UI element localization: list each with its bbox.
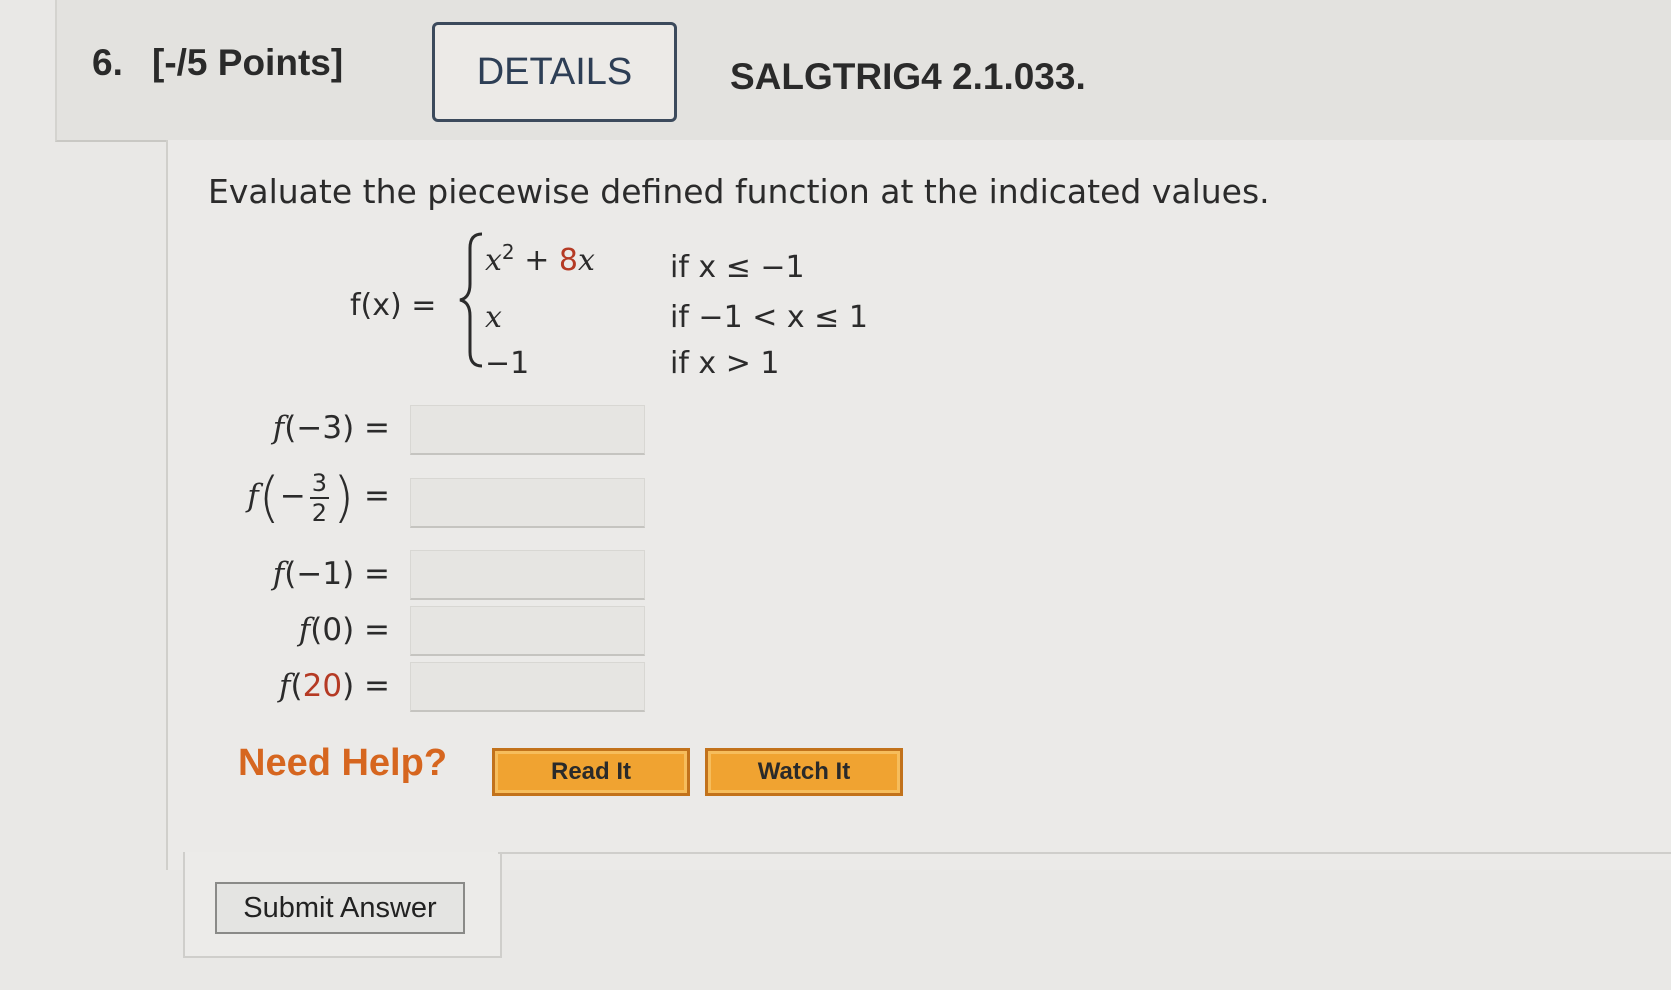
need-help-label: Need Help?	[238, 742, 448, 784]
function-label: f(x) =	[350, 288, 437, 323]
question-code: SALGTRIG4 2.1.033.	[730, 56, 1086, 97]
answer-input-1[interactable]	[410, 405, 645, 455]
eval-label-5: f(20) =	[279, 668, 390, 704]
details-button[interactable]: DETAILS	[432, 22, 677, 122]
case-3-expression: −1	[485, 346, 530, 381]
answer-input-3[interactable]	[410, 550, 645, 600]
watch-it-button[interactable]: Watch It	[705, 748, 903, 796]
eval-label-2: f(− 3 2) =	[247, 466, 390, 529]
eval-label-1: f(−3) =	[272, 410, 390, 446]
answer-input-2[interactable]	[410, 478, 645, 528]
case-2-expression: x	[485, 300, 502, 335]
left-brace-icon	[459, 232, 483, 368]
read-it-button[interactable]: Read It	[492, 748, 690, 796]
eval-label-4: f(0) =	[298, 612, 390, 648]
section-divider	[498, 852, 1671, 854]
answer-input-5[interactable]	[410, 662, 645, 712]
eval-label-3: f(−1) =	[272, 556, 390, 592]
case-3-condition: if x > 1	[670, 346, 780, 381]
submit-answer-button[interactable]: Submit Answer	[215, 882, 465, 934]
case-1-expression: x2 + 8x	[485, 240, 595, 278]
problem-instruction: Evaluate the piecewise defined function …	[208, 172, 1270, 211]
case-1-condition: if x ≤ −1	[670, 250, 805, 285]
question-points: [-/5 Points]	[152, 42, 344, 83]
question-number: 6.	[92, 42, 123, 83]
case-2-condition: if −1 < x ≤ 1	[670, 300, 868, 335]
answer-input-4[interactable]	[410, 606, 645, 656]
